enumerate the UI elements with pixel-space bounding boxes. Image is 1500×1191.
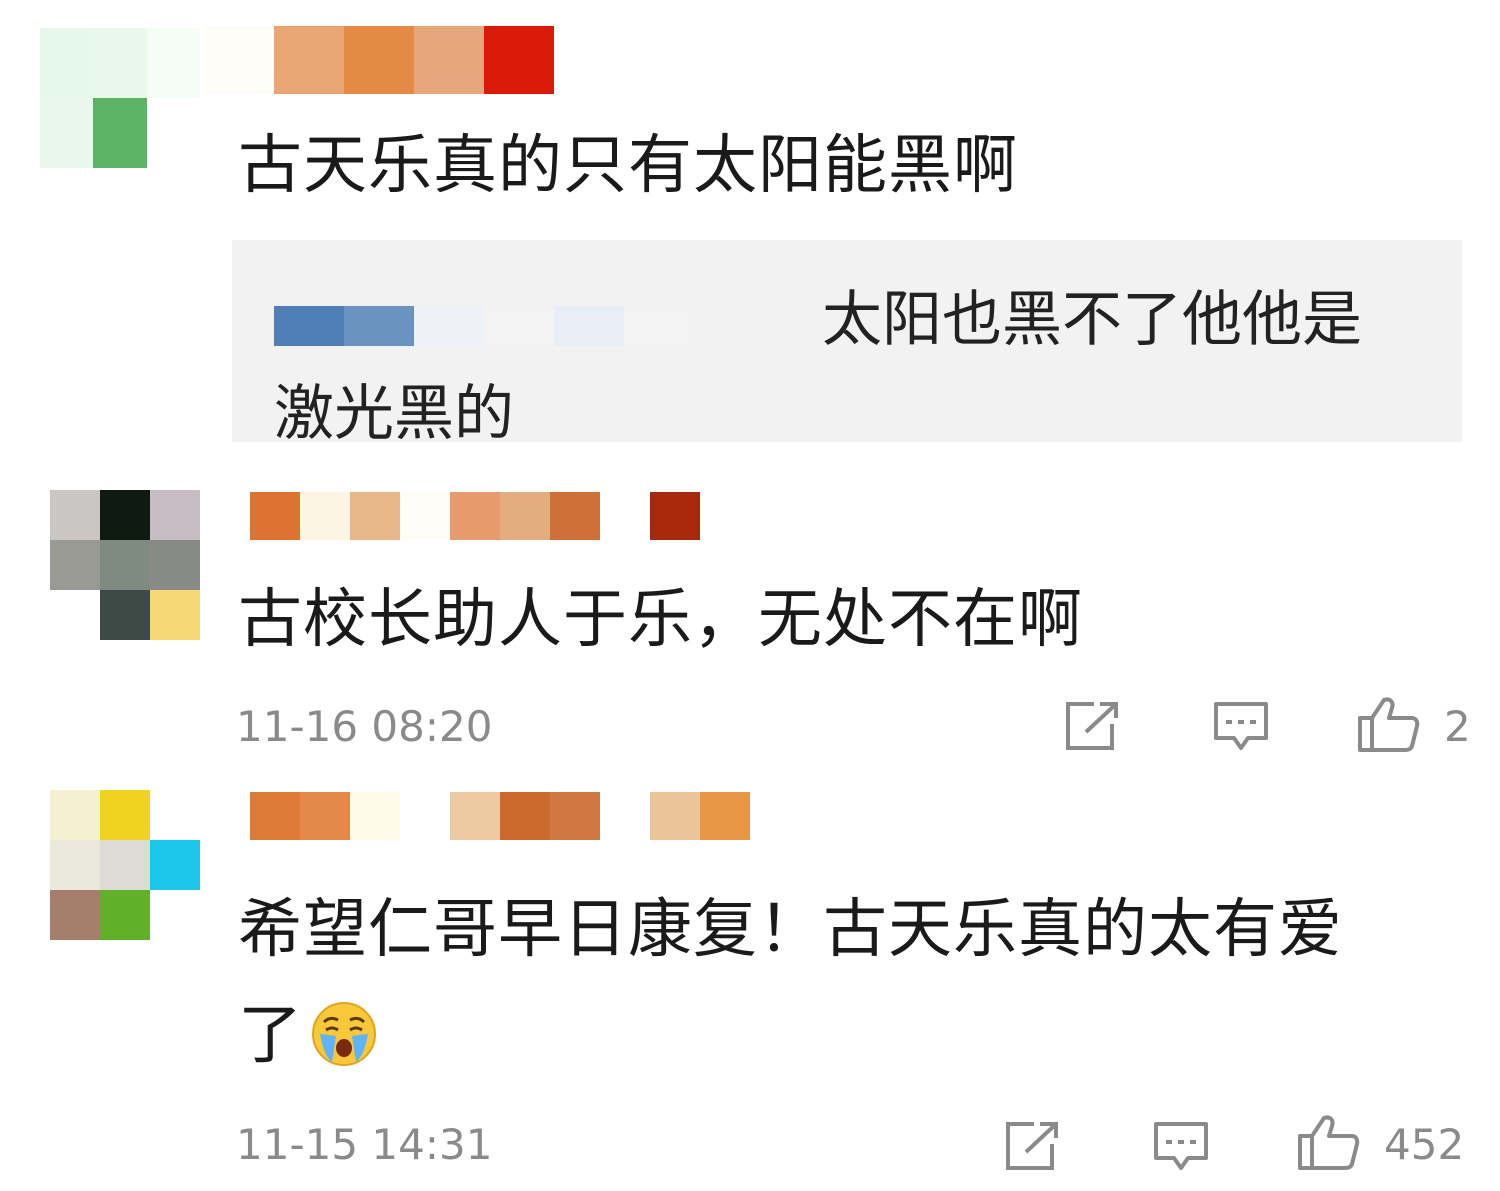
- share-icon[interactable]: [1004, 1120, 1060, 1172]
- reply-username[interactable]: [274, 306, 764, 346]
- comment-text-line1: 希望仁哥早日康复！古天乐真的太有爱: [238, 893, 1343, 967]
- avatar[interactable]: [50, 790, 200, 940]
- reply-icon[interactable]: [1152, 1120, 1210, 1174]
- username[interactable]: [204, 26, 554, 94]
- avatar[interactable]: [40, 28, 200, 168]
- like-icon[interactable]: [1356, 694, 1420, 754]
- like-count: 452: [1384, 1120, 1465, 1169]
- like-icon[interactable]: [1296, 1112, 1360, 1172]
- reply-box[interactable]: 太阳也黑不了他他是 激光黑的: [232, 240, 1462, 449]
- like-count: 2: [1444, 702, 1471, 751]
- timestamp: 11-15 14:31: [236, 1120, 493, 1169]
- reply-text-line1: 太阳也黑不了他他是: [822, 285, 1362, 355]
- avatar[interactable]: [50, 490, 200, 640]
- comment-text-line2: 了: [238, 999, 303, 1073]
- comment-text: 古天乐真的只有太阳能黑啊: [238, 129, 1018, 203]
- reply-icon[interactable]: [1212, 700, 1270, 754]
- reply-text-line2: 激光黑的: [274, 379, 514, 449]
- username[interactable]: [250, 492, 700, 540]
- crying-face-icon: [310, 1000, 378, 1072]
- share-icon[interactable]: [1064, 700, 1120, 752]
- username[interactable]: [250, 792, 750, 840]
- timestamp: 11-16 08:20: [236, 702, 493, 751]
- comment-text: 古校长助人于乐，无处不在啊: [238, 583, 1083, 657]
